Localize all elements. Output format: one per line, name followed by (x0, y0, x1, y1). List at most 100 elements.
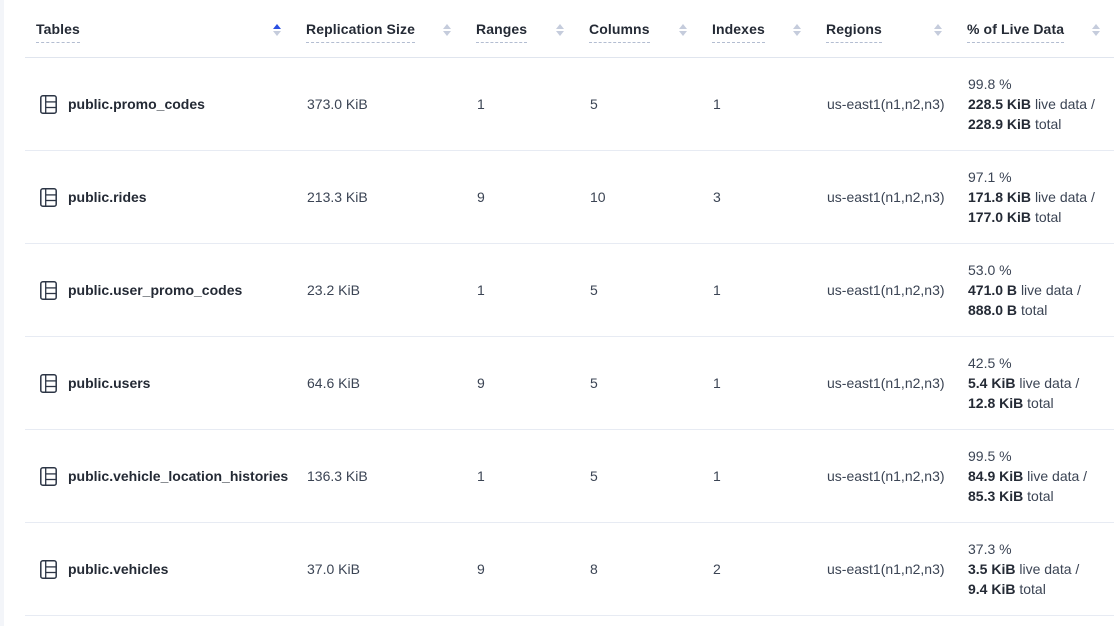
regions-cell: us-east1(n1,n2,n3) (815, 468, 956, 484)
sort-icon[interactable] (556, 24, 564, 36)
column-header-replication-size[interactable]: Replication Size (295, 21, 465, 43)
sort-desc-icon (273, 31, 281, 36)
table-name-cell: public.vehicles (25, 560, 295, 579)
table-row: public.vehicles 37.0 KiB 9 8 2 us-east1(… (25, 523, 1114, 616)
total-size: 888.0 B (968, 302, 1017, 318)
total-suffix: total (1027, 395, 1053, 411)
sort-icon[interactable] (273, 24, 281, 36)
sort-asc-icon (556, 24, 564, 29)
column-header-tables[interactable]: Tables (25, 21, 295, 43)
table-row: public.rides 213.3 KiB 9 10 3 us-east1(n… (25, 151, 1114, 244)
indexes-cell: 1 (701, 468, 815, 484)
ranges-cell: 9 (465, 561, 578, 577)
sort-desc-icon (679, 31, 687, 36)
live-data-suffix: live data / (1035, 189, 1095, 205)
live-size: 3.5 KiB (968, 561, 1015, 577)
sort-desc-icon (934, 31, 942, 36)
table-row: public.users 64.6 KiB 9 5 1 us-east1(n1,… (25, 337, 1114, 430)
table-icon (40, 467, 57, 486)
sort-icon[interactable] (793, 24, 801, 36)
column-header-label: Regions (826, 21, 882, 43)
table-name-link[interactable]: public.promo_codes (68, 96, 205, 112)
live-size-line: 171.8 KiB live data / (968, 187, 1108, 207)
left-edge-strip (0, 0, 4, 626)
table-body: public.promo_codes 373.0 KiB 1 5 1 us-ea… (25, 58, 1114, 616)
indexes-cell: 2 (701, 561, 815, 577)
replication-size-cell: 37.0 KiB (295, 561, 465, 577)
total-size: 177.0 KiB (968, 209, 1031, 225)
column-header-label: Replication Size (306, 21, 415, 43)
regions-cell: us-east1(n1,n2,n3) (815, 96, 956, 112)
live-data-suffix: live data / (1019, 561, 1079, 577)
column-header-regions[interactable]: Regions (815, 21, 956, 43)
column-header-indexes[interactable]: Indexes (701, 21, 815, 43)
total-size: 228.9 KiB (968, 116, 1031, 132)
live-size-line: 228.5 KiB live data / (968, 94, 1108, 114)
table-name-link[interactable]: public.vehicles (68, 561, 168, 577)
column-header-live-data[interactable]: % of Live Data (956, 21, 1114, 43)
tables-table: Tables Replication Size Ranges Columns I… (25, 0, 1114, 616)
column-header-label: Ranges (476, 21, 527, 43)
table-name-cell: public.rides (25, 188, 295, 207)
table-icon (40, 374, 57, 393)
total-suffix: total (1027, 488, 1053, 504)
columns-cell: 10 (578, 189, 701, 205)
indexes-cell: 3 (701, 189, 815, 205)
replication-size-cell: 213.3 KiB (295, 189, 465, 205)
total-size: 9.4 KiB (968, 581, 1015, 597)
total-size-line: 9.4 KiB total (968, 579, 1108, 599)
sort-desc-icon (1092, 31, 1100, 36)
total-size-line: 85.3 KiB total (968, 486, 1108, 506)
table-header-row: Tables Replication Size Ranges Columns I… (25, 0, 1114, 58)
sort-icon[interactable] (934, 24, 942, 36)
total-size-line: 177.0 KiB total (968, 207, 1108, 227)
total-size-line: 228.9 KiB total (968, 114, 1108, 134)
regions-cell: us-east1(n1,n2,n3) (815, 561, 956, 577)
live-data-cell: 97.1 % 171.8 KiB live data / 177.0 KiB t… (956, 167, 1114, 227)
column-header-label: Columns (589, 21, 650, 43)
sort-asc-icon (443, 24, 451, 29)
live-pct: 99.5 % (968, 446, 1108, 466)
columns-cell: 5 (578, 468, 701, 484)
table-name-link[interactable]: public.users (68, 375, 150, 391)
columns-cell: 8 (578, 561, 701, 577)
ranges-cell: 1 (465, 282, 578, 298)
sort-asc-icon (934, 24, 942, 29)
column-header-ranges[interactable]: Ranges (465, 21, 578, 43)
table-name-cell: public.users (25, 374, 295, 393)
sort-asc-icon (793, 24, 801, 29)
table-name-link[interactable]: public.vehicle_location_histories (68, 468, 288, 484)
table-name-link[interactable]: public.user_promo_codes (68, 282, 242, 298)
table-row: public.promo_codes 373.0 KiB 1 5 1 us-ea… (25, 58, 1114, 151)
live-pct: 42.5 % (968, 353, 1108, 373)
live-data-suffix: live data / (1021, 282, 1081, 298)
live-pct: 37.3 % (968, 539, 1108, 559)
live-data-suffix: live data / (1019, 375, 1079, 391)
columns-cell: 5 (578, 282, 701, 298)
sort-desc-icon (556, 31, 564, 36)
column-header-label: Tables (36, 21, 80, 43)
live-size: 471.0 B (968, 282, 1017, 298)
regions-cell: us-east1(n1,n2,n3) (815, 375, 956, 391)
table-icon (40, 281, 57, 300)
ranges-cell: 1 (465, 96, 578, 112)
sort-icon[interactable] (679, 24, 687, 36)
sort-icon[interactable] (443, 24, 451, 36)
ranges-cell: 1 (465, 468, 578, 484)
live-pct: 53.0 % (968, 260, 1108, 280)
live-data-cell: 99.8 % 228.5 KiB live data / 228.9 KiB t… (956, 74, 1114, 134)
columns-cell: 5 (578, 96, 701, 112)
total-suffix: total (1021, 302, 1047, 318)
indexes-cell: 1 (701, 282, 815, 298)
live-data-cell: 99.5 % 84.9 KiB live data / 85.3 KiB tot… (956, 446, 1114, 506)
live-size: 5.4 KiB (968, 375, 1015, 391)
column-header-label: % of Live Data (967, 21, 1064, 43)
live-data-suffix: live data / (1035, 96, 1095, 112)
live-pct: 97.1 % (968, 167, 1108, 187)
total-size-line: 888.0 B total (968, 300, 1108, 320)
sort-asc-icon (679, 24, 687, 29)
column-header-columns[interactable]: Columns (578, 21, 701, 43)
sort-icon[interactable] (1092, 24, 1100, 36)
columns-cell: 5 (578, 375, 701, 391)
table-name-link[interactable]: public.rides (68, 189, 147, 205)
